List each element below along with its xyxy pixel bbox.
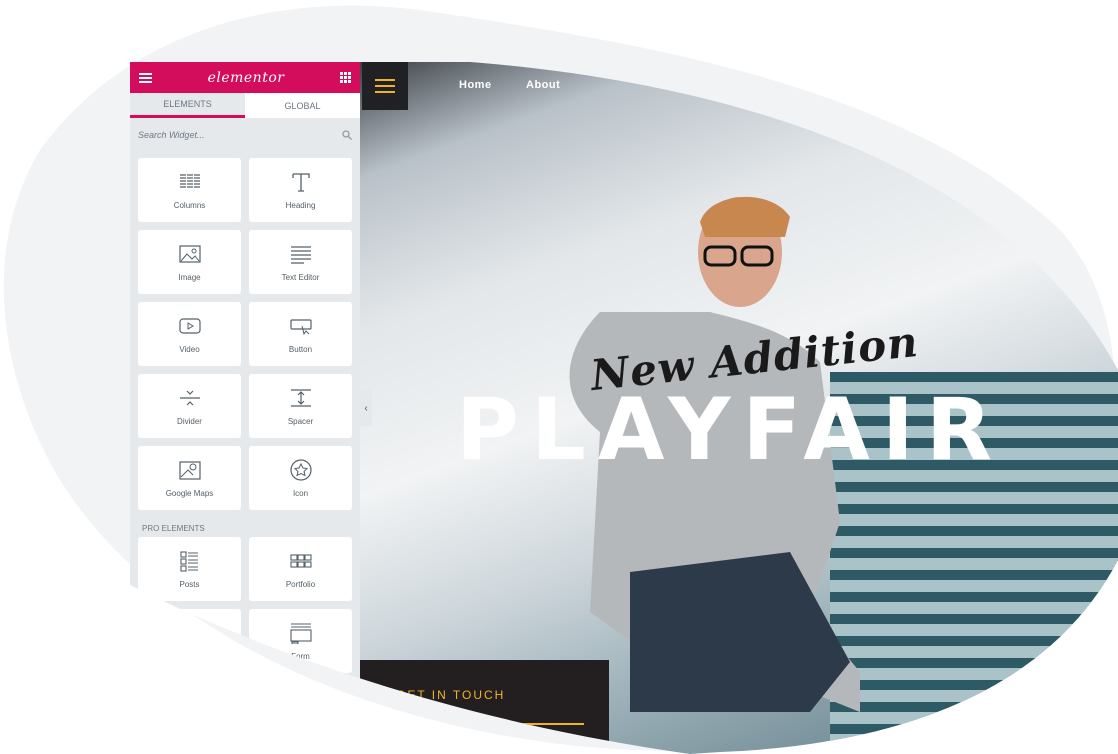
posts-icon bbox=[178, 550, 202, 572]
star-icon bbox=[289, 459, 313, 481]
widget-label: Google Maps bbox=[165, 488, 214, 498]
columns-icon bbox=[178, 171, 202, 193]
widget-label: Image bbox=[178, 272, 201, 282]
widget-video[interactable]: Video bbox=[138, 302, 241, 366]
site-menu-button[interactable] bbox=[362, 62, 408, 110]
divider-icon bbox=[178, 387, 202, 409]
menu-icon[interactable] bbox=[139, 73, 152, 83]
widget-spacer[interactable]: Spacer bbox=[249, 374, 352, 438]
widget-label: Video bbox=[179, 344, 200, 354]
image-icon bbox=[178, 243, 202, 265]
nav-home[interactable]: Home bbox=[459, 79, 492, 91]
panel-header: elementor bbox=[130, 62, 360, 93]
widget-button[interactable]: Button bbox=[249, 302, 352, 366]
widget-divider[interactable]: Divider bbox=[138, 374, 241, 438]
hero-title: PLAYFAIR bbox=[456, 380, 1005, 480]
widget-label: Text Editor bbox=[281, 272, 320, 282]
pro-elements-label: PRO ELEMENTS bbox=[142, 524, 205, 533]
widget-label: Portfolio bbox=[285, 579, 316, 589]
widget-label: Spacer bbox=[287, 416, 314, 426]
widget-portfolio[interactable]: Portfolio bbox=[249, 537, 352, 601]
widget-google-maps[interactable]: Google Maps bbox=[138, 446, 241, 510]
widget-label: Icon bbox=[292, 488, 309, 498]
search-icon bbox=[342, 130, 352, 140]
widget-image[interactable]: Image bbox=[138, 230, 241, 294]
map-icon bbox=[178, 459, 202, 481]
search-widget-input[interactable]: Search Widget... bbox=[130, 118, 360, 152]
nav-about[interactable]: About bbox=[526, 79, 560, 91]
grid-apps-icon[interactable] bbox=[340, 72, 351, 83]
widget-label: Divider bbox=[177, 416, 202, 426]
widget-label: Heading bbox=[285, 200, 316, 210]
button-icon bbox=[289, 315, 313, 337]
tab-elements[interactable]: ELEMENTS bbox=[130, 93, 245, 118]
tab-global[interactable]: GLOBAL bbox=[245, 93, 360, 118]
elementor-logo: elementor bbox=[207, 69, 285, 86]
widget-label: Posts bbox=[179, 579, 200, 589]
portfolio-icon bbox=[289, 550, 313, 572]
text-editor-icon bbox=[289, 243, 313, 265]
video-icon bbox=[178, 315, 202, 337]
collapse-panel-button[interactable]: ‹ bbox=[360, 390, 372, 426]
widget-label: Button bbox=[288, 344, 313, 354]
form-icon bbox=[289, 622, 313, 644]
heading-icon bbox=[289, 171, 313, 193]
widget-label: Columns bbox=[173, 200, 206, 210]
spacer-icon bbox=[289, 387, 313, 409]
search-placeholder: Search Widget... bbox=[138, 130, 205, 140]
widget-text-editor[interactable]: Text Editor bbox=[249, 230, 352, 294]
widget-heading[interactable]: Heading bbox=[249, 158, 352, 222]
widget-posts[interactable]: Posts bbox=[138, 537, 241, 601]
widget-columns[interactable]: Columns bbox=[138, 158, 241, 222]
widget-icon[interactable]: Icon bbox=[249, 446, 352, 510]
